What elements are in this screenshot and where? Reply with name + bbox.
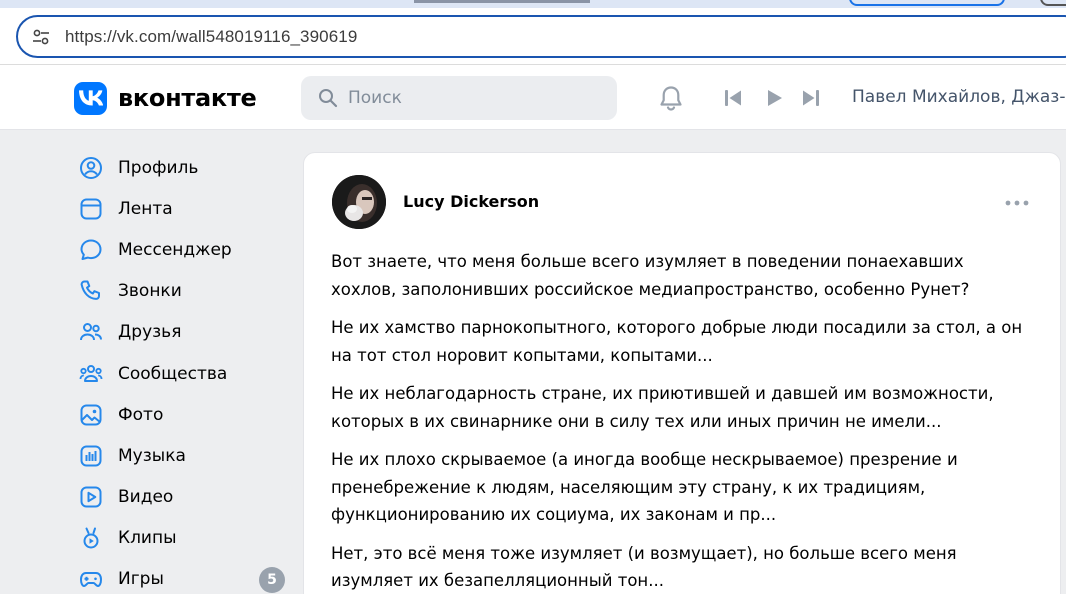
browser-toolbar-pill[interactable] bbox=[849, 0, 1005, 6]
sidebar-item-label: Профиль bbox=[118, 157, 199, 178]
address-bar[interactable]: https://vk.com/wall548019116_390619 bbox=[16, 15, 1066, 58]
bell-icon[interactable] bbox=[655, 82, 687, 114]
url-text[interactable]: https://vk.com/wall548019116_390619 bbox=[65, 27, 357, 47]
friends-icon bbox=[78, 319, 104, 345]
post-paragraph: Не их хамство парнокопытного, которого д… bbox=[331, 318, 1023, 365]
sidebar-item-label: Музыка bbox=[118, 445, 186, 466]
post-paragraph: Нет, это всё меня тоже изумляет (и возму… bbox=[331, 543, 957, 591]
search-box[interactable] bbox=[301, 76, 617, 120]
sidebar-item-games[interactable]: Игры 5 bbox=[78, 559, 290, 594]
sidebar-item-messenger[interactable]: Мессенджер bbox=[78, 229, 290, 270]
sidebar-item-label: Фото bbox=[118, 404, 164, 425]
communities-icon bbox=[78, 361, 104, 387]
tune-icon[interactable] bbox=[30, 26, 52, 48]
post-paragraph: Вот знаете, что меня больше всего изумля… bbox=[331, 252, 970, 299]
photo-icon bbox=[78, 402, 104, 428]
sidebar-item-label: Мессенджер bbox=[118, 239, 232, 260]
sidebar-item-feed[interactable]: Лента bbox=[78, 188, 290, 229]
site-header: вконтакте Павел Михайлов, Д bbox=[0, 65, 1066, 130]
sidebar-item-friends[interactable]: Друзья bbox=[78, 312, 290, 353]
skip-next-icon[interactable] bbox=[799, 86, 823, 110]
messenger-icon bbox=[78, 237, 104, 263]
sidebar-item-communities[interactable]: Сообщества bbox=[78, 353, 290, 394]
sidebar-item-label: Игры bbox=[118, 569, 164, 590]
search-icon bbox=[317, 87, 339, 109]
sidebar-item-label: Видео bbox=[118, 487, 174, 508]
search-input[interactable] bbox=[348, 88, 598, 108]
music-icon bbox=[78, 443, 104, 469]
avatar[interactable] bbox=[332, 175, 386, 229]
skip-previous-icon[interactable] bbox=[721, 86, 745, 110]
logo-wordmark: вконтакте bbox=[118, 84, 257, 112]
browser-toolbar: https://vk.com/wall548019116_390619 bbox=[0, 8, 1066, 64]
games-icon bbox=[78, 566, 104, 592]
wall-post: Lucy Dickerson Вот знаете, что меня боль… bbox=[303, 152, 1061, 594]
sidebar-item-profile[interactable]: Профиль bbox=[78, 147, 290, 188]
post-paragraph: Не их неблагодарность стране, их приютив… bbox=[331, 384, 994, 431]
sidebar-item-music[interactable]: Музыка bbox=[78, 435, 290, 476]
left-sidebar: Профиль Лента Мессенджер Звонки Друзья С… bbox=[78, 147, 290, 594]
clips-icon bbox=[78, 525, 104, 551]
sidebar-item-photo[interactable]: Фото bbox=[78, 394, 290, 435]
more-options-icon[interactable] bbox=[1004, 197, 1030, 209]
now-playing-track[interactable]: Павел Михайлов, Джаз- bbox=[852, 87, 1065, 107]
video-icon bbox=[78, 484, 104, 510]
sidebar-item-label: Звонки bbox=[118, 281, 182, 302]
sidebar-item-calls[interactable]: Звонки bbox=[78, 271, 290, 312]
browser-toolbar-pill-2[interactable] bbox=[1040, 0, 1066, 6]
sidebar-item-label: Друзья bbox=[118, 322, 182, 343]
post-paragraph: Не их плохо скрываемое (а иногда вообще … bbox=[331, 450, 958, 524]
sidebar-item-label: Клипы bbox=[118, 528, 177, 549]
phone-icon bbox=[78, 278, 104, 304]
post-body: Вот знаете, что меня больше всего изумля… bbox=[331, 248, 1031, 594]
games-counter-badge: 5 bbox=[259, 566, 285, 593]
browser-tab-strip bbox=[0, 0, 1066, 8]
profile-icon bbox=[78, 155, 104, 181]
feed-icon bbox=[78, 196, 104, 222]
post-author-name[interactable]: Lucy Dickerson bbox=[403, 192, 539, 211]
sidebar-item-clips[interactable]: Клипы bbox=[78, 518, 290, 559]
vk-logo-icon bbox=[74, 81, 107, 115]
vk-logo[interactable]: вконтакте bbox=[74, 81, 257, 115]
browser-tab-indicator[interactable] bbox=[414, 0, 590, 3]
sidebar-item-video[interactable]: Видео bbox=[78, 477, 290, 518]
play-icon[interactable] bbox=[762, 86, 786, 110]
sidebar-item-label: Сообщества bbox=[118, 363, 228, 384]
sidebar-item-label: Лента bbox=[118, 198, 173, 219]
